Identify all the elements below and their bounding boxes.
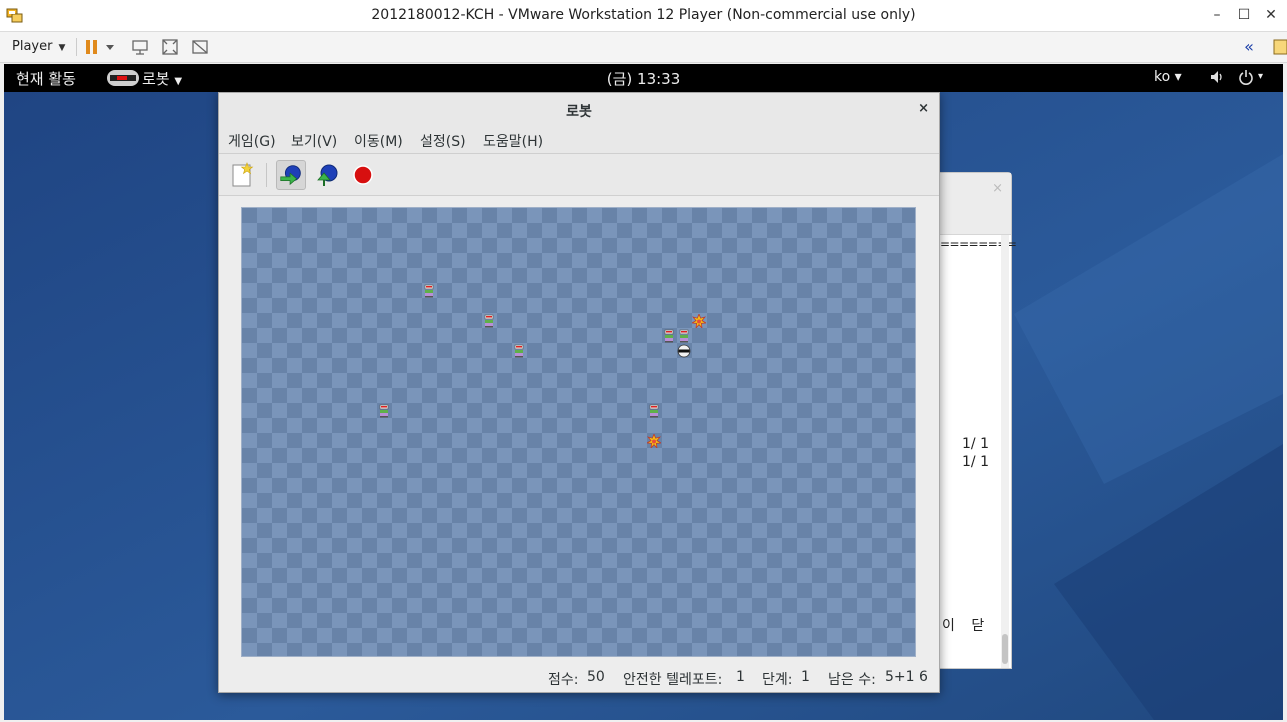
remaining-value: 5+1 6 (885, 669, 928, 685)
language-indicator[interactable]: ko ▾ (1154, 69, 1182, 85)
minimize-button[interactable]: – (1206, 4, 1228, 26)
background-bottom-text: 이 닫 (942, 618, 991, 634)
vmware-window-title: 2012180012-KCH - VMware Workstation 12 P… (371, 7, 916, 23)
menu-settings[interactable]: 설정(S) (420, 131, 466, 151)
robot-piece (647, 403, 661, 418)
safe-teleports-value: 1 (736, 669, 745, 685)
menu-game[interactable]: 게임(G) (228, 131, 276, 151)
send-ctrl-alt-del-icon[interactable] (130, 37, 150, 57)
status-bar: 점수: 50 안전한 텔레포트: 1 단계: 1 남은 수: 5+1 6 (219, 664, 939, 692)
remaining-label: 남은 수: (828, 672, 876, 688)
menu-move[interactable]: 이동(M) (354, 131, 403, 151)
background-line-2: 1/ 1 (962, 454, 989, 470)
player-menu-label: Player (12, 39, 53, 54)
new-game-icon[interactable] (227, 160, 257, 190)
window-title: 로봇 (566, 104, 592, 120)
scrollbar[interactable] (1001, 235, 1009, 668)
vmware-titlebar: 2012180012-KCH - VMware Workstation 12 P… (0, 0, 1287, 32)
level-value: 1 (801, 669, 810, 685)
wait-icon[interactable] (348, 160, 378, 190)
menu-view[interactable]: 보기(V) (291, 131, 337, 151)
background-line-1: 1/ 1 (962, 436, 989, 452)
vmware-toolbar: Player ▼ « (0, 32, 1287, 63)
library-icon[interactable] (1272, 37, 1287, 57)
gnome-top-bar: 현재 활동 로봇 ▼ (금) 13:33 ko ▾ ▾ (4, 64, 1283, 92)
close-button[interactable]: × (918, 101, 929, 116)
power-icon[interactable] (1238, 69, 1254, 85)
score-value: 50 (587, 669, 605, 685)
close-icon[interactable]: × (992, 181, 1003, 196)
toolbar-divider (76, 38, 77, 56)
robot-piece (677, 328, 691, 343)
menu-help[interactable]: 도움말(H) (483, 131, 543, 151)
score-label: 점수: (548, 672, 579, 688)
game-board[interactable] (241, 207, 916, 657)
debris-piece (690, 312, 708, 330)
collapse-library-button[interactable]: « (1238, 36, 1260, 58)
player-piece (677, 343, 691, 358)
robot-piece (422, 283, 436, 298)
chevron-down-icon[interactable]: ▾ (1258, 71, 1263, 82)
background-window[interactable]: × ======== 1/ 1 1/ 1 이 닫 (929, 172, 1017, 669)
scrollbar-thumb[interactable] (1002, 634, 1008, 664)
maximize-button[interactable]: ☐ (1233, 4, 1255, 26)
robot-piece (662, 328, 676, 343)
game-toolbar (219, 154, 939, 196)
random-teleport-icon[interactable] (312, 160, 342, 190)
volume-icon[interactable] (1209, 69, 1225, 85)
robots-window[interactable]: 로봇 × 게임(G) 보기(V) 이동(M) 설정(S) 도움말(H) 점수: … (218, 92, 940, 693)
robot-piece (482, 313, 496, 328)
robot-piece (512, 343, 526, 358)
debris-piece (645, 432, 663, 450)
guest-screen: 현재 활동 로봇 ▼ (금) 13:33 ko ▾ ▾ × ======== 1… (4, 64, 1283, 720)
robots-header-bar: 로봇 × (219, 93, 939, 126)
unity-mode-icon[interactable] (190, 37, 210, 57)
fit-guest-icon[interactable] (160, 37, 180, 57)
menu-bar: 게임(G) 보기(V) 이동(M) 설정(S) 도움말(H) (219, 126, 939, 154)
clock[interactable]: (금) 13:33 (4, 68, 1283, 89)
close-button[interactable]: ✕ (1260, 4, 1282, 26)
chevron-down-icon: ▼ (58, 43, 66, 53)
level-label: 단계: (762, 672, 793, 688)
player-menu-button[interactable]: Player ▼ (6, 36, 71, 58)
background-window-header: × (930, 173, 1011, 235)
teleport-icon[interactable] (276, 160, 306, 190)
toolbar-divider (266, 163, 267, 187)
robot-piece (377, 403, 391, 418)
safe-teleports-label: 안전한 텔레포트: (623, 672, 723, 688)
pause-button[interactable] (84, 37, 120, 57)
